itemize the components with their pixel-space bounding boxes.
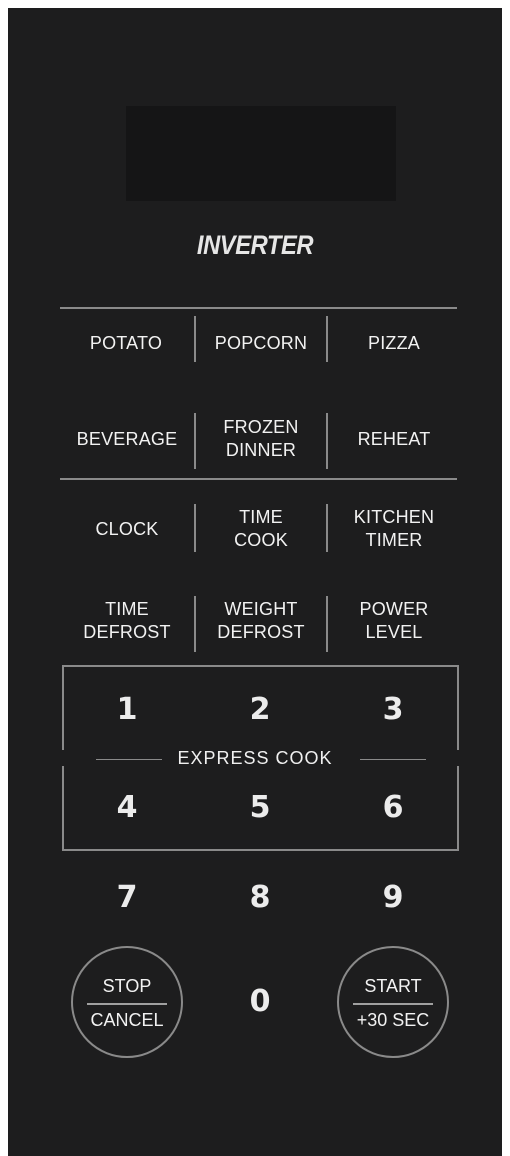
clock-label: CLOCK [95,518,159,539]
time-cook-label-line1: TIME [239,507,283,527]
potato-label: POTATO [89,332,163,353]
kitchen-timer-label-line1: KITCHEN [353,507,435,527]
stop-label: STOP [102,976,152,996]
digit-3-button[interactable]: 3 [353,684,433,734]
reheat-button[interactable]: REHEAT [328,414,460,464]
plus-30-sec-label: +30 SEC [356,1010,430,1030]
control-panel: INVERTER POTATO POPCORN PIZZA BEVERAGE F… [8,8,502,1156]
frozen-dinner-button[interactable]: FROZEN DINNER [196,414,326,464]
potato-button[interactable]: POTATO [60,326,192,360]
express-frame-left-upper [62,665,64,750]
time-cook-button[interactable]: TIME COOK [196,504,326,554]
top-divider [60,307,457,309]
express-frame-right-upper [457,665,459,750]
stop-cancel-button[interactable]: STOP CANCEL [71,946,183,1058]
display-window [126,106,396,201]
time-cook-label-line2: COOK [234,530,288,550]
express-frame-left-lower [62,766,64,851]
pizza-button[interactable]: PIZZA [328,326,460,360]
reheat-label: REHEAT [357,428,431,449]
express-rule-left [96,759,162,760]
frozen-dinner-label-line2: DINNER [225,440,297,460]
digit-7-button[interactable]: 7 [87,872,167,922]
digit-4-button[interactable]: 4 [87,782,167,832]
express-frame-top [62,665,459,667]
express-cook-label: EXPRESS COOK [177,748,333,768]
beverage-label: BEVERAGE [76,428,178,449]
popcorn-label: POPCORN [214,332,308,353]
digit-1-button[interactable]: 1 [87,684,167,734]
digit-9-button[interactable]: 9 [353,872,433,922]
time-defrost-label-line1: TIME [105,599,149,619]
brand-label: INVERTER [196,230,314,260]
middle-divider [60,478,457,480]
weight-defrost-button[interactable]: WEIGHT DEFROST [196,596,326,646]
stop-cancel-divider [87,1003,167,1005]
start-30sec-divider [353,1003,433,1005]
express-frame-right-lower [457,766,459,851]
clock-button[interactable]: CLOCK [60,504,194,554]
start-30sec-button[interactable]: START +30 SEC [337,946,449,1058]
cancel-label: CANCEL [90,1010,164,1030]
digit-8-button[interactable]: 8 [220,872,300,922]
popcorn-button[interactable]: POPCORN [196,326,326,360]
time-defrost-button[interactable]: TIME DEFROST [60,596,194,646]
start-label: START [364,976,422,996]
express-rule-right [360,759,426,760]
digit-2-button[interactable]: 2 [220,684,300,734]
digit-6-button[interactable]: 6 [353,782,433,832]
digit-5-button[interactable]: 5 [220,782,300,832]
beverage-button[interactable]: BEVERAGE [60,414,194,464]
express-frame-bottom [62,849,459,851]
digit-0-button[interactable]: 0 [220,976,300,1026]
kitchen-timer-label-line2: TIMER [365,530,423,550]
weight-defrost-label-line1: WEIGHT [224,599,298,619]
weight-defrost-label-line2: DEFROST [217,622,305,642]
kitchen-timer-button[interactable]: KITCHEN TIMER [328,504,460,554]
frozen-dinner-label-line1: FROZEN [223,417,299,437]
power-level-label-line2: LEVEL [365,622,423,642]
pizza-label: PIZZA [367,332,420,353]
power-level-button[interactable]: POWER LEVEL [328,596,460,646]
power-level-label-line1: POWER [359,599,429,619]
time-defrost-label-line2: DEFROST [83,622,171,642]
